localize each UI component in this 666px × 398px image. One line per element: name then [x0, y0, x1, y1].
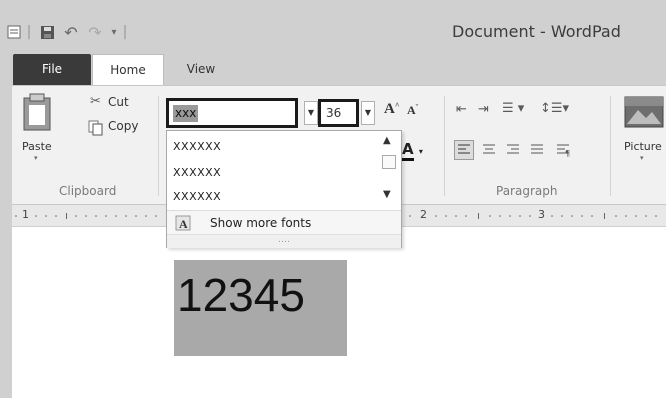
paste-dropdown-icon: ▾	[34, 154, 38, 162]
font-color-glyph: A	[402, 140, 414, 161]
ruler-mark: 3	[538, 208, 545, 221]
grow-font-button[interactable]: A^	[384, 101, 400, 118]
font-family-dropdown-button[interactable]: ▼	[304, 101, 318, 125]
bullets-icon[interactable]: ☰ ▾	[502, 101, 524, 116]
chevron-down-icon: ▼	[307, 108, 315, 117]
grow-font-glyph: A	[384, 101, 395, 117]
toolbar-separator: |	[26, 24, 32, 40]
tab-file[interactable]: File	[13, 54, 91, 85]
save-icon[interactable]	[38, 23, 56, 41]
increase-indent-icon[interactable]: ⇥	[478, 102, 489, 117]
align-left-button[interactable]	[454, 140, 474, 160]
font-color-dropdown-icon: ▾	[418, 147, 423, 156]
window-title: Document - WordPad	[452, 22, 621, 41]
font-size-dropdown-button[interactable]: ▼	[361, 101, 375, 125]
font-size-input[interactable]: 36	[318, 99, 359, 127]
picture-label: Picture	[624, 140, 662, 153]
align-center-icon[interactable]	[480, 141, 498, 159]
font-list-item[interactable]: XXXXXX	[173, 140, 221, 153]
undo-icon[interactable]: ↶	[62, 23, 80, 42]
font-list-item[interactable]: XXXXXX	[173, 166, 221, 179]
copy-label: Copy	[108, 119, 139, 133]
picture-dropdown-icon: ▾	[640, 154, 644, 162]
paragraph-group-label: Paragraph	[496, 184, 558, 198]
cut-button[interactable]: ✂ Cut	[64, 94, 129, 114]
align-left-icon	[458, 144, 470, 154]
selected-text[interactable]: 12345	[174, 260, 347, 356]
font-dropdown-list: XXXXXX XXXXXX XXXXXX ▲ ▼ A Show more fon…	[166, 130, 402, 248]
window-left-border	[0, 85, 12, 398]
redo-icon[interactable]: ↷	[86, 23, 104, 42]
resize-grip[interactable]: ․․․․	[167, 234, 401, 248]
ruler-mark: 2	[420, 208, 427, 221]
font-color-button[interactable]: A ▾	[402, 140, 423, 161]
clipboard-group-label: Clipboard	[59, 184, 117, 198]
font-list-item[interactable]: XXXXXX	[173, 190, 221, 203]
justify-icon[interactable]	[528, 141, 546, 159]
app-menu-icon[interactable]	[6, 23, 22, 41]
title-bar: | ↶ ↷ ▾ | Document - WordPad	[0, 0, 666, 54]
align-right-icon[interactable]	[504, 141, 522, 159]
svg-text:¶: ¶	[565, 149, 570, 158]
font-icon: A	[175, 215, 191, 231]
decrease-indent-icon[interactable]: ⇤	[456, 102, 467, 117]
shrink-font-glyph: A	[407, 103, 416, 117]
cut-label: Cut	[108, 95, 129, 109]
chevron-down-icon: ▼	[364, 108, 372, 117]
picture-icon	[624, 96, 664, 128]
group-separator	[610, 96, 611, 196]
customize-icon[interactable]: ▾	[108, 23, 120, 41]
grow-arrow-icon: ^	[394, 101, 400, 110]
group-separator	[444, 96, 445, 196]
show-more-fonts-label: Show more fonts	[210, 216, 312, 230]
picture-button[interactable]: Picture ▾	[618, 94, 666, 174]
line-spacing-icon[interactable]: ↕☰▾	[540, 101, 569, 116]
scroll-down-icon[interactable]: ▼	[383, 189, 391, 200]
toolbar-separator: |	[122, 24, 128, 40]
ribbon-tab-row: File Home View	[0, 54, 666, 85]
copy-button[interactable]: Copy	[64, 118, 144, 138]
ruler-mark: 1	[22, 208, 29, 221]
tab-home[interactable]: Home	[92, 54, 164, 85]
font-list-scrollbar[interactable]: ▲ ▼	[379, 133, 399, 209]
font-family-value: xxx	[173, 105, 199, 122]
scroll-thumb[interactable]	[382, 155, 396, 169]
font-size-value: 36	[326, 106, 342, 120]
scroll-up-icon[interactable]: ▲	[383, 135, 391, 146]
shrink-font-button[interactable]: Aˇ	[407, 103, 418, 118]
group-separator	[158, 96, 159, 196]
paste-icon	[23, 93, 51, 131]
paste-button[interactable]: Paste ▾	[20, 92, 58, 162]
document-text: 12345	[177, 269, 305, 321]
tab-view[interactable]: View	[176, 54, 226, 85]
copy-icon	[88, 120, 103, 136]
paragraph-settings-icon[interactable]: ¶	[554, 141, 572, 159]
font-family-input[interactable]: xxx	[166, 98, 298, 128]
scissors-icon: ✂	[90, 94, 101, 109]
shrink-arrow-icon: ˇ	[415, 103, 419, 112]
svg-text:A: A	[179, 217, 188, 231]
paste-label: Paste	[22, 140, 52, 153]
show-more-fonts-button[interactable]: A Show more fonts	[167, 210, 401, 235]
